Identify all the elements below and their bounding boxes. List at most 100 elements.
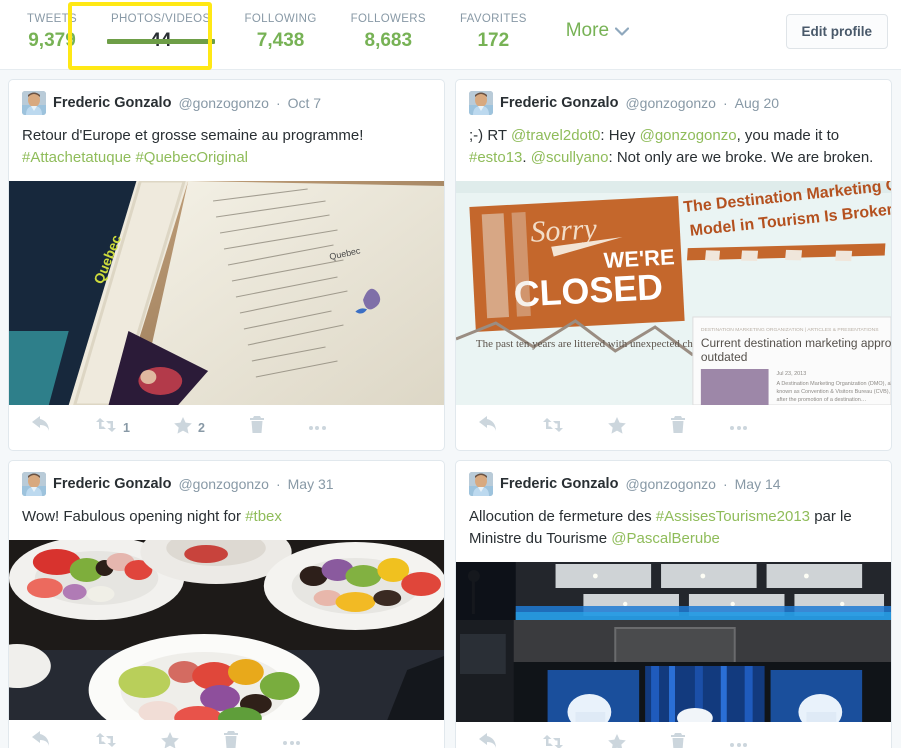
edit-profile-button[interactable]: Edit profile	[785, 14, 888, 49]
hashtag-link[interactable]: #Attachetatuque	[22, 149, 131, 166]
retweet-count: 1	[123, 420, 130, 435]
tweet-card[interactable]: Frederic Gonzalo @gonzogonzo · Oct 7 Retour …	[8, 79, 445, 451]
author-fullname[interactable]: Frederic Gonzalo	[53, 476, 171, 492]
tweet-actions	[456, 722, 891, 748]
hashtag-link[interactable]: #esto13	[469, 149, 522, 166]
separator: ·	[275, 95, 281, 111]
more-dots-icon	[308, 425, 326, 430]
reply-arrow-icon	[478, 733, 498, 748]
retweet-action[interactable]: 1	[95, 417, 130, 438]
photos-videos-grid: Frederic Gonzalo @gonzogonzo · Oct 7 Retour …	[0, 70, 901, 748]
more-dots-icon	[730, 425, 747, 430]
stat-photos-videos[interactable]: PHOTOS/VIDEOS 44	[94, 0, 228, 54]
hashtag-link[interactable]: #QuebecOriginal	[135, 149, 248, 166]
reply-arrow-icon	[31, 416, 51, 439]
tweet-text: Retour d'Europe et grosse semaine au pro…	[22, 127, 364, 166]
reply-action[interactable]	[478, 733, 498, 748]
retweet-icon	[542, 734, 564, 748]
mention-link[interactable]: @travel2dot0	[511, 127, 600, 144]
tweet-photo[interactable]: Quebec Quebec	[9, 181, 444, 405]
tweet-actions	[9, 720, 444, 748]
mention-link[interactable]: @scullyano	[531, 149, 609, 166]
author-handle[interactable]: @gonzogonzo	[625, 476, 716, 492]
star-icon	[161, 731, 179, 748]
hashtag-link[interactable]: #tbex	[245, 508, 282, 525]
delete-action[interactable]	[670, 733, 686, 748]
delete-action[interactable]	[670, 416, 686, 439]
stat-value: 172	[477, 30, 510, 51]
author-fullname[interactable]: Frederic Gonzalo	[53, 95, 171, 111]
stat-following[interactable]: FOLLOWING 7,438	[228, 0, 334, 54]
reply-arrow-icon	[478, 416, 498, 439]
more-menu-button[interactable]: More	[566, 0, 630, 42]
tweet-header: Frederic Gonzalo @gonzogonzo · Aug 20	[456, 80, 891, 117]
trash-icon	[670, 733, 686, 748]
tweet-actions: 12	[9, 405, 444, 450]
more-actions-button[interactable]	[283, 740, 300, 745]
separator: ·	[722, 95, 728, 111]
svg-text:Jul 23, 2013: Jul 23, 2013	[777, 371, 807, 377]
tweet-photo[interactable]	[9, 540, 444, 720]
svg-text:The past ten years are littere: The past ten years are littered with une…	[476, 338, 698, 350]
stats-list: TWEETS 9,379 PHOTOS/VIDEOS 44 FOLLOWING 7,438…	[0, 0, 544, 54]
more-actions-button[interactable]	[730, 425, 747, 430]
tweet-photo[interactable]	[456, 562, 891, 722]
stat-label: PHOTOS/VIDEOS	[111, 13, 211, 25]
retweet-action[interactable]	[95, 732, 117, 748]
retweet-icon	[542, 417, 564, 438]
avatar[interactable]	[22, 472, 46, 496]
tweet-date[interactable]: May 31	[288, 476, 334, 492]
separator: ·	[722, 476, 728, 492]
reply-arrow-icon	[31, 731, 51, 748]
favorite-action[interactable]	[608, 733, 626, 748]
stat-tweets[interactable]: TWEETS 9,379	[10, 0, 94, 54]
star-icon	[174, 416, 192, 439]
avatar[interactable]	[469, 472, 493, 496]
author-handle[interactable]: @gonzogonzo	[625, 95, 716, 111]
hashtag-link[interactable]: #AssisesTourisme2013	[656, 508, 810, 525]
author-handle[interactable]: @gonzogonzo	[178, 95, 269, 111]
separator: ·	[275, 476, 281, 492]
favorite-action[interactable]	[161, 731, 179, 748]
mention-link[interactable]: @PascalBerube	[611, 530, 720, 547]
tweet-card[interactable]: Frederic Gonzalo @gonzogonzo · May 14 Allocu…	[455, 460, 892, 748]
author-fullname[interactable]: Frederic Gonzalo	[500, 95, 618, 111]
tweet-text: Allocution de fermeture des #AssisesTour…	[469, 508, 852, 547]
star-icon	[608, 733, 626, 748]
favorite-count: 2	[197, 420, 205, 435]
stat-followers[interactable]: FOLLOWERS 8,683	[334, 0, 443, 54]
reply-action[interactable]	[478, 416, 498, 439]
avatar[interactable]	[469, 91, 493, 115]
stat-favorites[interactable]: FAVORITES 172	[443, 0, 544, 54]
trash-icon	[249, 416, 265, 439]
reply-action[interactable]	[31, 731, 51, 748]
trash-icon	[223, 731, 239, 748]
tweet-card[interactable]: Frederic Gonzalo @gonzogonzo · May 31 Wow! F…	[8, 460, 445, 748]
tweet-date[interactable]: Oct 7	[288, 95, 321, 111]
svg-text:after the promotion of a desti: after the promotion of a destination…	[777, 397, 867, 403]
favorite-action[interactable]	[608, 416, 626, 439]
retweet-action[interactable]	[542, 734, 564, 748]
favorite-action[interactable]: 2	[174, 416, 205, 439]
mention-link[interactable]: @gonzogonzo	[640, 127, 737, 144]
more-actions-button[interactable]	[730, 742, 747, 747]
reply-action[interactable]	[31, 416, 51, 439]
retweet-action[interactable]	[542, 417, 564, 438]
tweet-actions	[456, 405, 891, 450]
retweet-icon	[95, 732, 117, 748]
more-actions-button[interactable]	[308, 425, 326, 430]
author-handle[interactable]: @gonzogonzo	[178, 476, 269, 492]
more-dots-icon	[283, 740, 300, 745]
tweet-photo[interactable]: Sorry WE'RE CLOSED The Destination Marke…	[456, 181, 891, 405]
tweet-date[interactable]: May 14	[735, 476, 781, 492]
stat-label: FOLLOWING	[244, 13, 317, 25]
delete-action[interactable]	[223, 731, 239, 748]
avatar[interactable]	[22, 91, 46, 115]
tweet-header: Frederic Gonzalo @gonzogonzo · May 31	[9, 461, 444, 498]
delete-action[interactable]	[249, 416, 265, 439]
author-fullname[interactable]: Frederic Gonzalo	[500, 476, 618, 492]
svg-text:CLOSED: CLOSED	[513, 266, 664, 315]
tweet-date[interactable]: Aug 20	[735, 95, 779, 111]
tweet-card[interactable]: Frederic Gonzalo @gonzogonzo · Aug 20 ;-) RT…	[455, 79, 892, 451]
svg-text:A Destination Marketing Organi: A Destination Marketing Organization (DM…	[777, 381, 891, 387]
